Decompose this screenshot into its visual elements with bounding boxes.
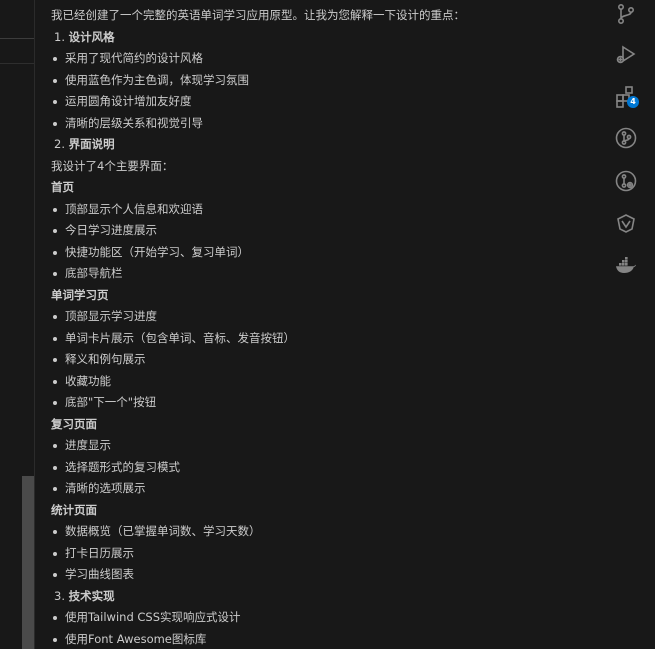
section-heading: 1. 设计风格 — [54, 29, 115, 44]
section-text: 我设计了4个主要界面： — [51, 158, 174, 173]
list-item: 快捷功能区（开始学习、复习单词） — [51, 242, 596, 264]
bullet-list: 进度显示 选择题形式的复习模式 清晰的选项展示 — [51, 435, 596, 500]
chat-panel: 我已经创建了一个完整的英语单词学习应用原型。让我为您解释一下设计的重点： 1. … — [35, 0, 600, 649]
bullet-list: 顶部显示个人信息和欢迎语 今日学习进度展示 快捷功能区（开始学习、复习单词） 底… — [51, 199, 596, 285]
run-debug-icon[interactable] — [614, 42, 638, 66]
bullet-list: 采用了现代简约的设计风格 使用蓝色作为主色调，体现学习氛围 运用圆角设计增加友好… — [51, 48, 596, 134]
list-item: 收藏功能 — [51, 371, 596, 393]
list-item: 打卡日历展示 — [51, 543, 596, 565]
list-item: 顶部显示学习进度 — [51, 306, 596, 328]
bullet-list: 顶部显示学习进度 单词卡片展示（包含单词、音标、发音按钮） 释义和例句展示 收藏… — [51, 306, 596, 414]
copilot-icon[interactable] — [614, 211, 638, 235]
bullet-list: 使用Tailwind CSS实现响应式设计 使用Font Awesome图标库 — [51, 607, 596, 649]
intro-text: 我已经创建了一个完整的英语单词学习应用原型。让我为您解释一下设计的重点： — [51, 8, 465, 22]
list-item: 单词卡片展示（包含单词、音标、发音按钮） — [51, 328, 596, 350]
remote-icon[interactable] — [614, 169, 638, 193]
tab-divider — [0, 63, 34, 64]
list-item: 底部导航栏 — [51, 263, 596, 285]
section-heading: 3. 技术实现 — [54, 588, 115, 603]
list-item: 清晰的选项展示 — [51, 478, 596, 500]
docker-icon[interactable] — [614, 253, 638, 277]
bullet-list: 数据概览（已掌握单词数、学习天数） 打卡日历展示 学习曲线图表 — [51, 521, 596, 586]
page-heading: 复习页面 — [51, 416, 97, 431]
sidebar-scrollbar-thumb[interactable] — [22, 476, 34, 649]
list-item: 使用Tailwind CSS实现响应式设计 — [51, 607, 596, 629]
page-heading: 单词学习页 — [51, 287, 109, 302]
list-item: 清晰的层级关系和视觉引导 — [51, 113, 596, 135]
extensions-icon[interactable]: 4 — [614, 85, 639, 109]
list-item: 底部"下一个"按钮 — [51, 392, 596, 414]
list-item: 学习曲线图表 — [51, 564, 596, 586]
list-item: 运用圆角设计增加友好度 — [51, 91, 596, 113]
list-item: 数据概览（已掌握单词数、学习天数） — [51, 521, 596, 543]
list-item: 选择题形式的复习模式 — [51, 457, 596, 479]
list-item: 进度显示 — [51, 435, 596, 457]
activity-bar: 4 — [600, 0, 655, 649]
list-item: 使用Font Awesome图标库 — [51, 629, 596, 649]
list-item: 释义和例句展示 — [51, 349, 596, 371]
chat-message: 我已经创建了一个完整的英语单词学习应用原型。让我为您解释一下设计的重点： 1. … — [51, 5, 596, 649]
section-heading: 2. 界面说明 — [54, 137, 115, 151]
list-item: 今日学习进度展示 — [51, 220, 596, 242]
editor-sidebar-edge — [0, 0, 35, 649]
list-item: 采用了现代简约的设计风格 — [51, 48, 596, 70]
source-control-icon[interactable] — [614, 2, 638, 26]
git-graph-icon[interactable] — [614, 126, 638, 150]
extensions-badge: 4 — [627, 96, 639, 108]
list-item: 顶部显示个人信息和欢迎语 — [51, 199, 596, 221]
page-heading: 统计页面 — [51, 502, 97, 517]
tab-divider — [0, 38, 34, 39]
page-heading: 首页 — [51, 180, 74, 194]
list-item: 使用蓝色作为主色调，体现学习氛围 — [51, 70, 596, 92]
